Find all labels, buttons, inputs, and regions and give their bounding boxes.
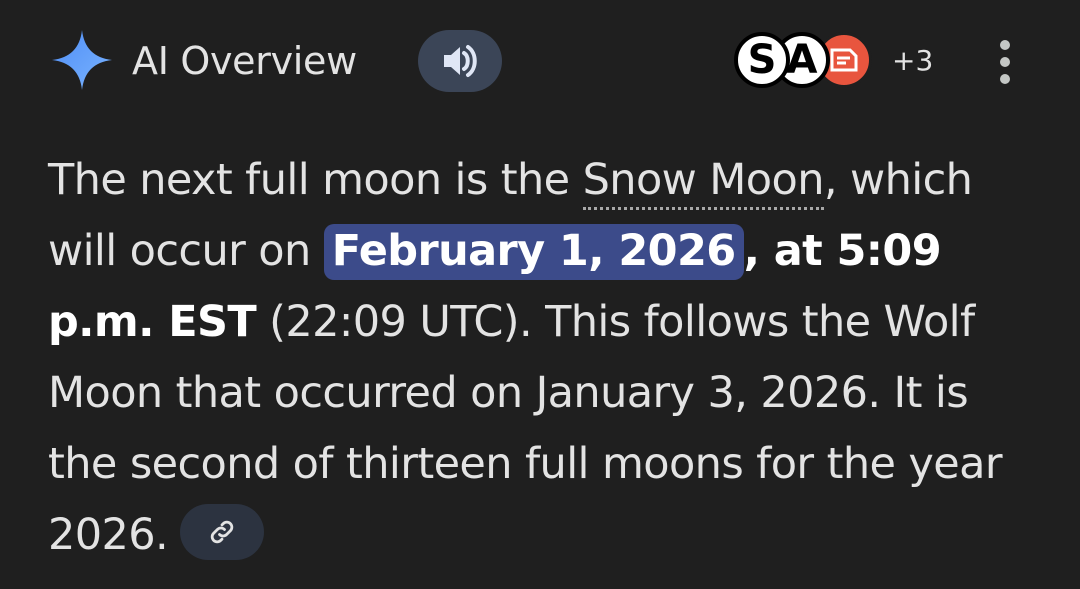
overview-answer-text: The next full moon is the Snow Moon, whi… [48, 145, 1048, 571]
more-sources-count[interactable]: +3 [892, 44, 933, 78]
listen-button[interactable] [418, 30, 502, 92]
ai-overview-title: AI Overview [132, 39, 357, 83]
sparkle-icon [52, 30, 112, 90]
snow-moon-link[interactable]: Snow Moon [582, 155, 824, 210]
more-vert-icon[interactable] [990, 40, 1020, 84]
ai-overview-header: AI Overview S A +3 [0, 0, 1080, 124]
citation-link-button[interactable] [180, 503, 265, 560]
source-logo-icon [830, 48, 858, 72]
highlighted-date: February 1, 2026 [323, 224, 744, 280]
link-icon [210, 520, 234, 543]
source-avatars[interactable]: S A [734, 28, 894, 92]
speaker-icon [444, 45, 477, 77]
source-avatar-s: S [734, 32, 790, 88]
answer-text-1: The next full moon is the [48, 155, 583, 205]
